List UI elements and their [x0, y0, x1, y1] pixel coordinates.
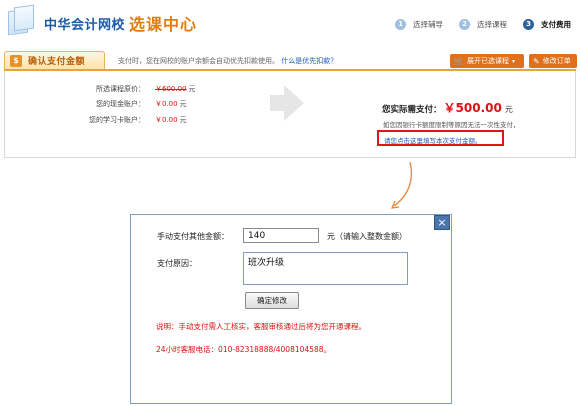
priority-note-text: 支付时，您在网校的账户余额会自动优先扣款使用。 — [118, 57, 279, 65]
step-3-label: 支付费用 — [541, 19, 571, 29]
page-title: 选课中心 — [129, 15, 198, 34]
study-card-label: 您的学习卡账户： — [89, 116, 145, 124]
page-header: 中华会计网校 选课中心 1 选择辅导 2 选择课程 3 支付费用 — [0, 0, 580, 44]
step-1-label: 选择辅导 — [413, 19, 443, 29]
actual-payment-label: 您实际需支付： — [382, 105, 442, 115]
chevron-down-icon: ▾ — [511, 57, 515, 65]
payment-summary-panel: 所选课程原价： ￥600.00 元 您的现金账户： ￥0.00 元 您的学习卡账户：… — [4, 71, 576, 158]
payment-reason-textarea[interactable]: 班次升级 — [243, 252, 408, 285]
actual-payment: 您实际需支付： ￥500.00 元 — [382, 99, 513, 116]
confirm-payment-label: 确认支付金额 — [28, 57, 86, 67]
cash-account-value: ￥0.00 元 — [155, 100, 187, 108]
service-hotline: 24小时客服电话：010-82318888/4008104588。 — [156, 345, 331, 354]
step-2-number: 2 — [459, 18, 470, 30]
cash-account-row: 您的现金账户： ￥0.00 元 — [5, 99, 205, 109]
step-2-label: 选择课程 — [477, 19, 507, 29]
pencil-icon: ✎ — [533, 56, 540, 66]
payment-reason-label: 支付原因： — [157, 259, 197, 268]
manual-payment-note: 说明：手动支付需人工核实，客服审核通过后将为您开通课程。 — [156, 322, 366, 331]
manual-amount-label: 手动支付其他金额： — [157, 232, 229, 241]
cart-icon: 🛒 — [454, 56, 464, 66]
priority-deduction-link[interactable]: 什么是优先扣款？ — [281, 57, 337, 65]
edit-order-button[interactable]: ✎ 修改订单 — [529, 54, 577, 68]
step-3-number: 3 — [523, 18, 534, 30]
step-1: 1 选择辅导 — [395, 18, 443, 30]
actual-payment-value: ￥500.00 — [443, 101, 502, 115]
arrow-right-icon — [270, 85, 304, 121]
actual-payment-unit: 元 — [504, 105, 513, 114]
step-3: 3 支付费用 — [523, 18, 571, 30]
manual-amount-link[interactable]: 请您点击这里填写本次支付金额。 — [384, 135, 482, 145]
original-price-label: 所选课程原价： — [96, 85, 145, 93]
confirm-edit-button[interactable]: 确定修改 — [245, 292, 299, 309]
manual-amount-highlight: 请您点击这里填写本次支付金额。 — [377, 130, 504, 146]
close-icon[interactable]: × — [434, 215, 450, 230]
edit-order-label: 修改订单 — [542, 57, 571, 65]
step-indicator: 1 选择辅导 2 选择课程 3 支付费用 — [395, 17, 571, 31]
original-price-row: 所选课程原价： ￥600.00 元 — [5, 84, 205, 94]
manual-amount-input[interactable] — [243, 228, 319, 243]
cash-account-label: 您的现金账户： — [96, 100, 145, 108]
curved-arrow-icon — [390, 161, 413, 209]
site-name[interactable]: 中华会计网校 — [44, 14, 125, 33]
confirm-payment-bar: $ 确认支付金额 支付时，您在网校的账户余额会自动优先扣款使用。 什么是优先扣款… — [4, 51, 577, 71]
study-card-value: ￥0.00 元 — [155, 116, 187, 124]
expand-courses-button[interactable]: 🛒 展开已选课程 ▾ — [450, 54, 524, 68]
step-1-number: 1 — [395, 18, 406, 30]
dollar-icon: $ — [10, 54, 22, 67]
step-2: 2 选择课程 — [459, 18, 507, 30]
study-card-row: 您的学习卡账户： ￥0.00 元 — [5, 115, 205, 125]
expand-courses-label: 展开已选课程 — [466, 57, 509, 65]
confirm-payment-tab: $ 确认支付金额 — [4, 51, 105, 69]
logo-icon — [6, 2, 36, 38]
split-payment-tip: 如您因银行卡额度限制等原因无法一次性支付， — [383, 121, 520, 129]
manual-amount-unit: 元（请输入整数金额） — [327, 232, 407, 241]
priority-deduction-note: 支付时，您在网校的账户余额会自动优先扣款使用。 什么是优先扣款？ — [118, 56, 337, 66]
original-price-value: ￥600.00 元 — [155, 85, 196, 93]
